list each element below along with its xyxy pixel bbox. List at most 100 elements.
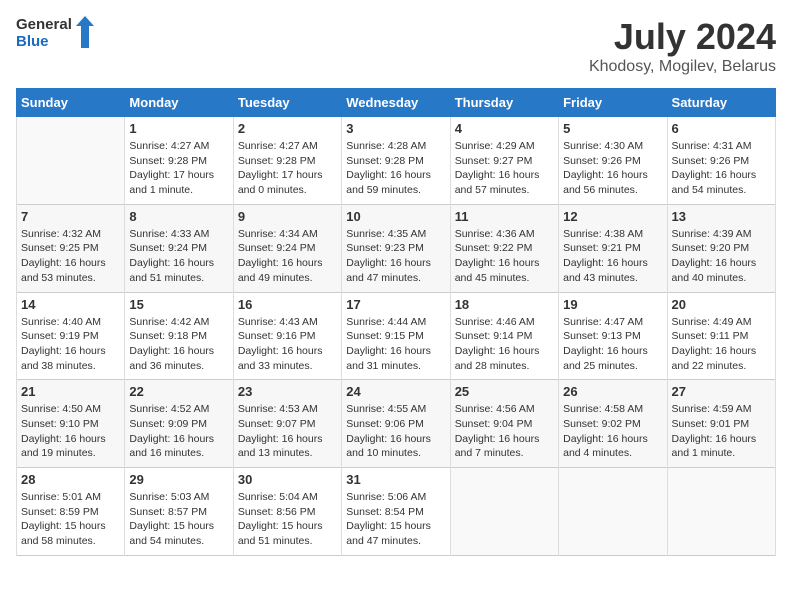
day-number: 27: [672, 384, 771, 399]
day-number: 26: [563, 384, 662, 399]
calendar-cell: 7Sunrise: 4:32 AMSunset: 9:25 PMDaylight…: [17, 204, 125, 292]
calendar-week-row: 7Sunrise: 4:32 AMSunset: 9:25 PMDaylight…: [17, 204, 776, 292]
calendar-cell: 25Sunrise: 4:56 AMSunset: 9:04 PMDayligh…: [450, 380, 558, 468]
cell-info: Sunrise: 4:52 AMSunset: 9:09 PMDaylight:…: [129, 402, 228, 461]
cell-info: Sunrise: 5:01 AMSunset: 8:59 PMDaylight:…: [21, 490, 120, 549]
cell-info: Sunrise: 4:43 AMSunset: 9:16 PMDaylight:…: [238, 315, 337, 374]
calendar-weekday-header: Tuesday: [233, 89, 341, 117]
calendar-cell: 22Sunrise: 4:52 AMSunset: 9:09 PMDayligh…: [125, 380, 233, 468]
month-title: July 2024: [589, 16, 776, 58]
calendar-cell: 13 Sunrise: 4:39 AMSunset: 9:20 PMDayligh…: [667, 204, 775, 292]
calendar-cell: 8Sunrise: 4:33 AMSunset: 9:24 PMDaylight…: [125, 204, 233, 292]
day-number: 9: [238, 209, 337, 224]
cell-info: Sunrise: 4:53 AMSunset: 9:07 PMDaylight:…: [238, 402, 337, 461]
day-number: 10: [346, 209, 445, 224]
day-number: 24: [346, 384, 445, 399]
cell-info: Sunrise: 4:47 AMSunset: 9:13 PMDaylight:…: [563, 315, 662, 374]
calendar-cell: 10 Sunrise: 4:35 AMSunset: 9:23 PMDayligh…: [342, 204, 450, 292]
calendar-cell: [17, 117, 125, 205]
cell-info: Sunrise: 4:27 AMSunset: 9:28 PMDaylight:…: [238, 139, 337, 198]
calendar-cell: [450, 468, 558, 556]
cell-info: Sunrise: 4:50 AMSunset: 9:10 PMDaylight:…: [21, 402, 120, 461]
day-number: 4: [455, 121, 554, 136]
calendar-cell: 17 Sunrise: 4:44 AMSunset: 9:15 PMDayligh…: [342, 292, 450, 380]
day-number: 17: [346, 297, 445, 312]
cell-info: Sunrise: 4:44 AMSunset: 9:15 PMDaylight:…: [346, 315, 445, 374]
day-number: 21: [21, 384, 120, 399]
calendar-cell: [559, 468, 667, 556]
calendar-cell: 28Sunrise: 5:01 AMSunset: 8:59 PMDayligh…: [17, 468, 125, 556]
calendar-weekday-header: Thursday: [450, 89, 558, 117]
day-number: 5: [563, 121, 662, 136]
cell-info: Sunrise: 4:40 AMSunset: 9:19 PMDaylight:…: [21, 315, 120, 374]
calendar-cell: 3Sunrise: 4:28 AMSunset: 9:28 PMDaylight…: [342, 117, 450, 205]
calendar-weekday-header: Sunday: [17, 89, 125, 117]
day-number: 11: [455, 209, 554, 224]
day-number: 29: [129, 472, 228, 487]
title-block: July 2024 Khodosy, Mogilev, Belarus: [589, 16, 776, 76]
day-number: 2: [238, 121, 337, 136]
calendar-table: SundayMondayTuesdayWednesdayThursdayFrid…: [16, 88, 776, 556]
day-number: 20: [672, 297, 771, 312]
cell-info: Sunrise: 4:29 AMSunset: 9:27 PMDaylight:…: [455, 139, 554, 198]
calendar-weekday-header: Friday: [559, 89, 667, 117]
calendar-cell: 9 Sunrise: 4:34 AMSunset: 9:24 PMDaylight…: [233, 204, 341, 292]
calendar-cell: 24 Sunrise: 4:55 AMSunset: 9:06 PMDayligh…: [342, 380, 450, 468]
calendar-cell: 1 Sunrise: 4:27 AMSunset: 9:28 PMDaylight…: [125, 117, 233, 205]
calendar-cell: 19 Sunrise: 4:47 AMSunset: 9:13 PMDayligh…: [559, 292, 667, 380]
day-number: 12: [563, 209, 662, 224]
day-number: 19: [563, 297, 662, 312]
calendar-cell: 30 Sunrise: 5:04 AMSunset: 8:56 PMDayligh…: [233, 468, 341, 556]
cell-info: Sunrise: 4:49 AMSunset: 9:11 PMDaylight:…: [672, 315, 771, 374]
cell-info: Sunrise: 4:27 AMSunset: 9:28 PMDaylight:…: [129, 139, 228, 198]
cell-info: Sunrise: 4:35 AMSunset: 9:23 PMDaylight:…: [346, 227, 445, 286]
cell-info: Sunrise: 4:36 AMSunset: 9:22 PMDaylight:…: [455, 227, 554, 286]
calendar-cell: 16 Sunrise: 4:43 AMSunset: 9:16 PMDayligh…: [233, 292, 341, 380]
day-number: 30: [238, 472, 337, 487]
location-title: Khodosy, Mogilev, Belarus: [589, 58, 776, 76]
calendar-cell: 15Sunrise: 4:42 AMSunset: 9:18 PMDayligh…: [125, 292, 233, 380]
day-number: 16: [238, 297, 337, 312]
calendar-cell: 18 Sunrise: 4:46 AMSunset: 9:14 PMDayligh…: [450, 292, 558, 380]
cell-info: Sunrise: 4:39 AMSunset: 9:20 PMDaylight:…: [672, 227, 771, 286]
calendar-weekday-header: Monday: [125, 89, 233, 117]
cell-info: Sunrise: 4:34 AMSunset: 9:24 PMDaylight:…: [238, 227, 337, 286]
calendar-cell: 21 Sunrise: 4:50 AMSunset: 9:10 PMDayligh…: [17, 380, 125, 468]
calendar-header-row: SundayMondayTuesdayWednesdayThursdayFrid…: [17, 89, 776, 117]
calendar-cell: 23 Sunrise: 4:53 AMSunset: 9:07 PMDayligh…: [233, 380, 341, 468]
calendar-week-row: 21 Sunrise: 4:50 AMSunset: 9:10 PMDayligh…: [17, 380, 776, 468]
calendar-cell: 2 Sunrise: 4:27 AMSunset: 9:28 PMDaylight…: [233, 117, 341, 205]
cell-info: Sunrise: 4:38 AMSunset: 9:21 PMDaylight:…: [563, 227, 662, 286]
cell-info: Sunrise: 4:58 AMSunset: 9:02 PMDaylight:…: [563, 402, 662, 461]
calendar-cell: [667, 468, 775, 556]
cell-info: Sunrise: 4:55 AMSunset: 9:06 PMDaylight:…: [346, 402, 445, 461]
calendar-cell: 26 Sunrise: 4:58 AMSunset: 9:02 PMDayligh…: [559, 380, 667, 468]
calendar-cell: 27 Sunrise: 4:59 AMSunset: 9:01 PMDayligh…: [667, 380, 775, 468]
calendar-week-row: 14 Sunrise: 4:40 AMSunset: 9:19 PMDayligh…: [17, 292, 776, 380]
day-number: 6: [672, 121, 771, 136]
cell-info: Sunrise: 5:03 AMSunset: 8:57 PMDaylight:…: [129, 490, 228, 549]
cell-info: Sunrise: 4:30 AMSunset: 9:26 PMDaylight:…: [563, 139, 662, 198]
cell-info: Sunrise: 4:59 AMSunset: 9:01 PMDaylight:…: [672, 402, 771, 461]
calendar-cell: 12 Sunrise: 4:38 AMSunset: 9:21 PMDayligh…: [559, 204, 667, 292]
day-number: 25: [455, 384, 554, 399]
day-number: 14: [21, 297, 120, 312]
cell-info: Sunrise: 4:46 AMSunset: 9:14 PMDaylight:…: [455, 315, 554, 374]
day-number: 7: [21, 209, 120, 224]
cell-info: Sunrise: 4:42 AMSunset: 9:18 PMDaylight:…: [129, 315, 228, 374]
cell-info: Sunrise: 5:04 AMSunset: 8:56 PMDaylight:…: [238, 490, 337, 549]
day-number: 13: [672, 209, 771, 224]
calendar-cell: 11 Sunrise: 4:36 AMSunset: 9:22 PMDayligh…: [450, 204, 558, 292]
page-header: General Blue July 2024 Khodosy, Mogilev,…: [16, 16, 776, 76]
calendar-week-row: 1 Sunrise: 4:27 AMSunset: 9:28 PMDaylight…: [17, 117, 776, 205]
day-number: 23: [238, 384, 337, 399]
calendar-cell: 14 Sunrise: 4:40 AMSunset: 9:19 PMDayligh…: [17, 292, 125, 380]
cell-info: Sunrise: 5:06 AMSunset: 8:54 PMDaylight:…: [346, 490, 445, 549]
calendar-weekday-header: Saturday: [667, 89, 775, 117]
cell-info: Sunrise: 4:28 AMSunset: 9:28 PMDaylight:…: [346, 139, 445, 198]
day-number: 18: [455, 297, 554, 312]
day-number: 31: [346, 472, 445, 487]
logo: General Blue: [16, 16, 94, 51]
day-number: 1: [129, 121, 228, 136]
calendar-cell: 29 Sunrise: 5:03 AMSunset: 8:57 PMDayligh…: [125, 468, 233, 556]
